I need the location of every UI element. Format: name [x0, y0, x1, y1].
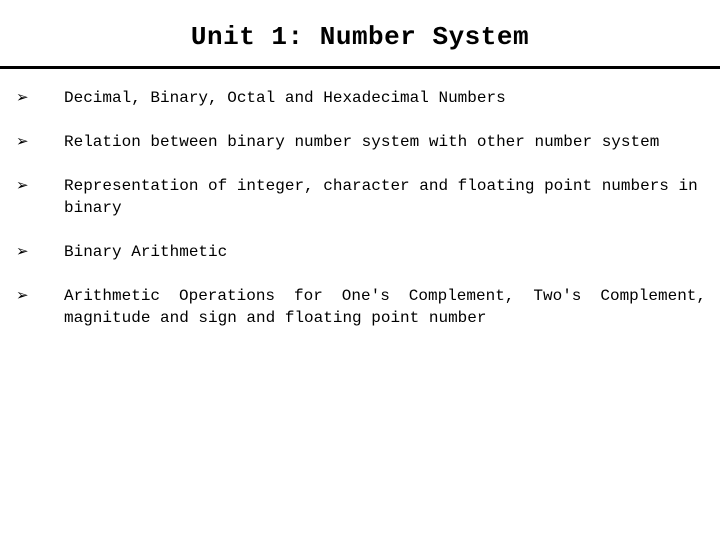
- list-item-text: Representation of integer, character and…: [64, 175, 706, 219]
- list-item-text: Relation between binary number system wi…: [64, 131, 706, 153]
- slide-page: Unit 1: Number System ➢ Decimal, Binary,…: [0, 0, 720, 540]
- list-item: ➢ Decimal, Binary, Octal and Hexadecimal…: [14, 87, 706, 109]
- chevron-right-icon: ➢: [14, 285, 64, 307]
- chevron-right-icon: ➢: [14, 175, 64, 197]
- content-area: ➢ Decimal, Binary, Octal and Hexadecimal…: [0, 69, 720, 329]
- list-item: ➢ Arithmetic Operations for One's Comple…: [14, 285, 706, 329]
- chevron-right-icon: ➢: [14, 87, 64, 109]
- list-item-text: Arithmetic Operations for One's Compleme…: [64, 285, 706, 329]
- list-item: ➢ Representation of integer, character a…: [14, 175, 706, 219]
- chevron-right-icon: ➢: [14, 241, 64, 263]
- list-item-text: Decimal, Binary, Octal and Hexadecimal N…: [64, 87, 706, 109]
- list-item: ➢ Binary Arithmetic: [14, 241, 706, 263]
- title-block: Unit 1: Number System: [0, 0, 720, 66]
- chevron-right-icon: ➢: [14, 131, 64, 153]
- list-item-text: Binary Arithmetic: [64, 241, 706, 263]
- list-item: ➢ Relation between binary number system …: [14, 131, 706, 153]
- page-title: Unit 1: Number System: [191, 22, 529, 52]
